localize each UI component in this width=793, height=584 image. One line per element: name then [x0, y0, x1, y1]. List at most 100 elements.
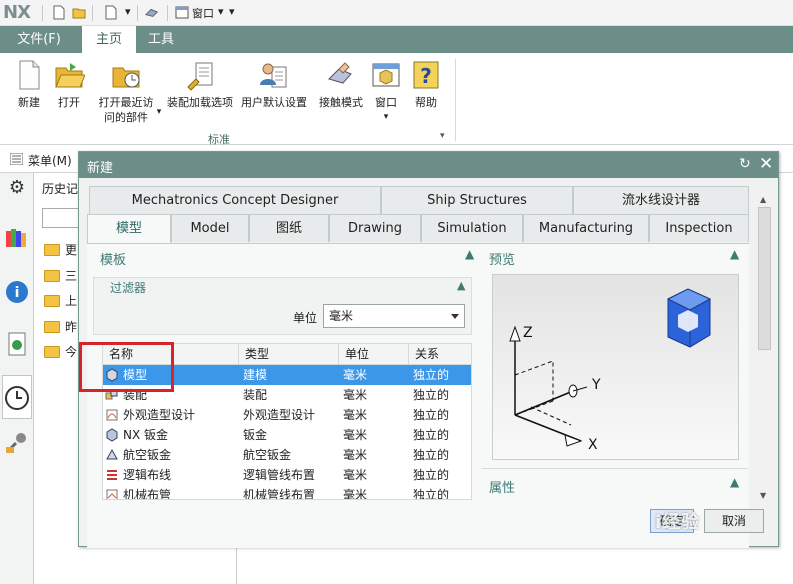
tab-inspection[interactable]: Inspection [649, 214, 749, 242]
touch-mode-icon [328, 62, 352, 84]
tab-drawing[interactable]: Drawing [329, 214, 421, 242]
nx-logo: NX [3, 2, 31, 23]
touch-mode-button[interactable]: 接触模式 [315, 59, 367, 110]
tab-home[interactable]: 主页 [82, 26, 136, 53]
touch-mode-icon[interactable] [145, 5, 159, 20]
separator [167, 5, 168, 21]
menu-button[interactable]: 菜单(M) [28, 152, 72, 169]
x-axis-label: X [588, 437, 598, 453]
chevron-down-icon[interactable]: ▾ [154, 107, 164, 117]
coordinate-system-preview: Z Y X [509, 288, 712, 453]
menu-icon[interactable] [10, 153, 23, 165]
history-item[interactable]: 三 [65, 267, 77, 284]
new-button[interactable]: 新建 [12, 59, 46, 110]
collapse-icon[interactable]: ▲ [730, 475, 739, 489]
sheet-metal-icon [106, 428, 118, 442]
close-icon[interactable]: ✕ [759, 154, 773, 174]
filter-header[interactable]: 过滤器 [110, 279, 146, 296]
new-document-icon[interactable] [104, 5, 118, 20]
open-folder-icon[interactable] [72, 5, 86, 20]
group-expander-icon[interactable]: ▾ [440, 131, 445, 141]
table-row[interactable]: 逻辑布线 逻辑管线布置 毫米 独立的 [103, 465, 471, 485]
tab-model-cn[interactable]: 模型 [87, 214, 171, 244]
col-header-relation[interactable]: 关系 [409, 344, 471, 365]
history-item[interactable]: 昨 [65, 318, 77, 335]
tab-file[interactable]: 文件(F) [0, 26, 78, 53]
scroll-up-icon[interactable]: ▲ [760, 195, 766, 204]
tab-line-designer[interactable]: 流水线设计器 [573, 186, 749, 214]
unit-select[interactable]: 毫米 [323, 304, 465, 328]
folder-icon [44, 244, 60, 256]
scrollbar-thumb[interactable] [758, 207, 771, 350]
col-header-type[interactable]: 类型 [239, 344, 339, 365]
table-row[interactable]: NX 钣金 钣金 毫米 独立的 [103, 425, 471, 445]
new-file-icon[interactable] [52, 5, 66, 20]
chevron-down-icon[interactable]: ▾ [218, 5, 224, 18]
separator [42, 5, 43, 21]
aero-sheet-metal-icon [106, 448, 118, 460]
reset-icon[interactable]: ↻ [739, 156, 751, 172]
recent-folder-icon [112, 67, 140, 88]
vertical-scrollbar[interactable]: ▲ ▼ [757, 194, 773, 504]
tab-drawing-cn[interactable]: 图纸 [249, 214, 329, 242]
new-file-dialog: 新建 ↻ ✕ Mechatronics Concept Designer Shi… [78, 151, 779, 548]
part-navigator-icon[interactable] [4, 225, 30, 251]
preview-panel: Z Y X [492, 274, 739, 460]
history-item[interactable]: 更 [65, 241, 77, 258]
toolbar-options-icon[interactable]: ▾ [229, 5, 235, 18]
web-browser-icon[interactable]: i [4, 279, 30, 305]
history-panel: 历史记 更 三 上 昨 今 [34, 173, 82, 584]
tab-manufacturing[interactable]: Manufacturing [523, 214, 649, 242]
window-icon[interactable] [175, 5, 189, 20]
collapse-icon[interactable]: ▲ [457, 279, 465, 292]
templates-header[interactable]: 模板 [100, 249, 126, 268]
table-row[interactable]: 航空钣金 航空钣金 毫米 独立的 [103, 445, 471, 465]
assembly-load-options-button[interactable]: 装配加载选项 [166, 59, 234, 110]
tab-tools[interactable]: 工具 [136, 26, 186, 53]
help-button[interactable]: ? 帮助 [410, 59, 442, 110]
logical-routing-icon [107, 470, 117, 480]
collapse-icon[interactable]: ▲ [465, 247, 474, 261]
chevron-down-icon: ▾ [383, 112, 389, 122]
shape-studio-icon [106, 409, 118, 421]
cancel-button[interactable]: 取消 [704, 509, 764, 533]
dialog-titlebar: 新建 ↻ ✕ [79, 152, 778, 178]
z-axis-label: Z [523, 325, 533, 341]
tab-model[interactable]: Model [171, 214, 249, 242]
collapse-icon[interactable]: ▲ [730, 247, 739, 261]
history-search-input[interactable] [42, 208, 82, 228]
window-button[interactable]: 窗口 ▾ [370, 59, 402, 125]
chevron-down-icon [451, 314, 459, 319]
dialog-title: 新建 [87, 161, 114, 176]
properties-header[interactable]: 属性 [489, 477, 515, 496]
user-defaults-button[interactable]: 用户默认设置 [240, 59, 308, 110]
window-menu-label[interactable]: 窗口 [192, 5, 214, 21]
separator [137, 5, 138, 21]
ribbon-tab-bar: 文件(F) 主页 工具 [0, 26, 793, 53]
user-defaults-icon [260, 63, 287, 88]
folder-icon [44, 295, 60, 307]
history-item[interactable]: 今 [65, 343, 77, 360]
assembly-load-icon [187, 62, 213, 91]
unit-label: 单位 [293, 311, 318, 325]
col-header-unit[interactable]: 单位 [339, 344, 409, 365]
tab-mechatronics[interactable]: Mechatronics Concept Designer [89, 186, 381, 214]
mechanical-routing-icon [106, 489, 118, 499]
gear-icon[interactable]: ⚙ [4, 177, 30, 203]
table-row[interactable]: 机械布管 机械管线布置 毫米 独立的 [103, 485, 471, 499]
system-materials-icon[interactable] [4, 429, 30, 455]
open-button[interactable]: 打开 [52, 59, 86, 110]
scroll-down-icon[interactable]: ▼ [760, 491, 766, 500]
table-row[interactable]: 外观造型设计 外观造型设计 毫米 独立的 [103, 405, 471, 425]
tab-ship-structures[interactable]: Ship Structures [381, 186, 573, 214]
chevron-down-icon[interactable]: ▾ [125, 5, 131, 18]
folder-icon [44, 270, 60, 282]
tab-simulation[interactable]: Simulation [421, 214, 523, 242]
open-recent-button[interactable]: 打开最近访 问的部件 [94, 59, 158, 125]
window-icon [372, 63, 400, 87]
svg-text:?: ? [420, 64, 432, 88]
reuse-library-icon[interactable] [4, 331, 30, 357]
help-icon: ? [413, 61, 439, 89]
history-item[interactable]: 上 [65, 292, 77, 309]
preview-header[interactable]: 预览 [489, 249, 515, 268]
